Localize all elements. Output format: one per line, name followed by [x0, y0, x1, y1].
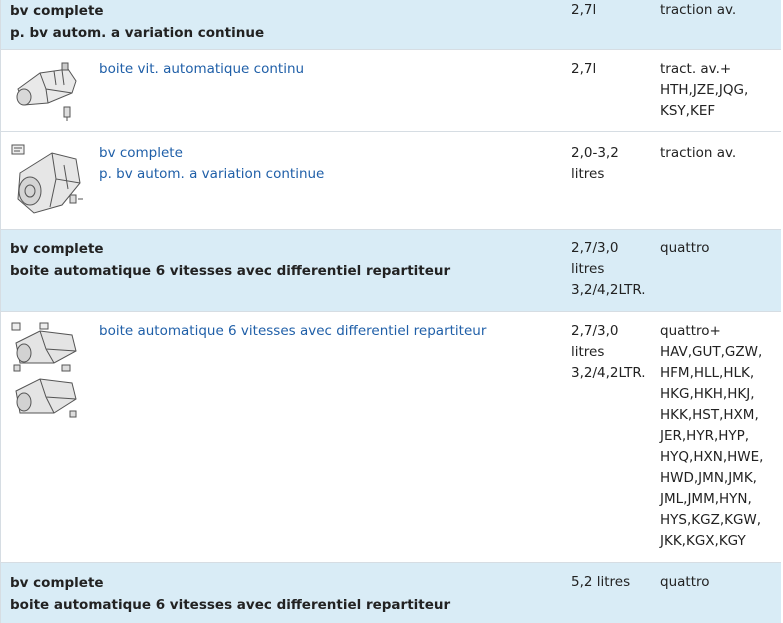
capacity-cell: 5,2 litres [571, 574, 631, 590]
part-description-link[interactable]: boite automatique 6 vitesses avec differ… [99, 321, 560, 342]
table-row: bv complete boite automatique 6 vitesses… [1, 563, 781, 623]
table-row: bv complete boite automatique 6 vitesses… [1, 230, 781, 312]
capacity-cell: 2,7/3,0 litres 3,2/4,2LTR. [571, 323, 646, 381]
group-title: bv complete [10, 241, 104, 257]
description-cell: boite automatique 6 vitesses avec differ… [1, 321, 560, 562]
table-row: bv complete p. bv autom. a variation con… [1, 0, 781, 50]
table-row[interactable]: bv complete p. bv autom. a variation con… [1, 132, 781, 230]
description-cell: boite vit. automatique continu [1, 59, 560, 131]
group-title: bv complete [10, 3, 104, 19]
transmission-icon[interactable] [10, 143, 90, 229]
transmission-icon[interactable] [10, 59, 90, 131]
remark-cell: traction av. [660, 145, 737, 161]
group-title: bv complete [10, 575, 104, 591]
part-description-link[interactable]: p. bv autom. a variation continue [99, 164, 560, 185]
description-cell: bv complete boite automatique 6 vitesses… [1, 238, 560, 311]
capacity-cell: 2,7/3,0 litres 3,2/4,2LTR. [571, 240, 646, 298]
parts-table: bv complete p. bv autom. a variation con… [0, 0, 781, 623]
remark-cell: quattro [660, 240, 710, 256]
table-row[interactable]: boite automatique 6 vitesses avec differ… [1, 312, 781, 563]
capacity-cell: 2,7l [571, 2, 597, 18]
remark-cell: traction av. [660, 2, 737, 18]
group-subtitle: boite automatique 6 vitesses avec differ… [10, 263, 451, 279]
part-description-link[interactable]: boite vit. automatique continu [99, 59, 560, 80]
table-row[interactable]: boite vit. automatique continu 2,7l trac… [1, 50, 781, 132]
remark-cell: quattro [660, 574, 710, 590]
transmission-icon[interactable] [10, 321, 90, 562]
description-cell: bv complete boite automatique 6 vitesses… [1, 572, 560, 623]
capacity-cell: 2,7l [571, 61, 597, 77]
part-description-link[interactable]: bv complete [99, 143, 560, 164]
group-subtitle: boite automatique 6 vitesses avec differ… [10, 597, 451, 613]
capacity-cell: 2,0-3,2 litres [571, 145, 619, 182]
remark-cell: quattro+ HAV,GUT,GZW, HFM,HLL,HLK, HKG,H… [660, 323, 764, 549]
group-subtitle: p. bv autom. a variation continue [10, 25, 265, 41]
description-cell: bv complete p. bv autom. a variation con… [1, 0, 560, 49]
remark-cell: tract. av.+ HTH,JZE,JQG, KSY,KEF [660, 61, 749, 119]
description-cell: bv complete p. bv autom. a variation con… [1, 143, 560, 229]
